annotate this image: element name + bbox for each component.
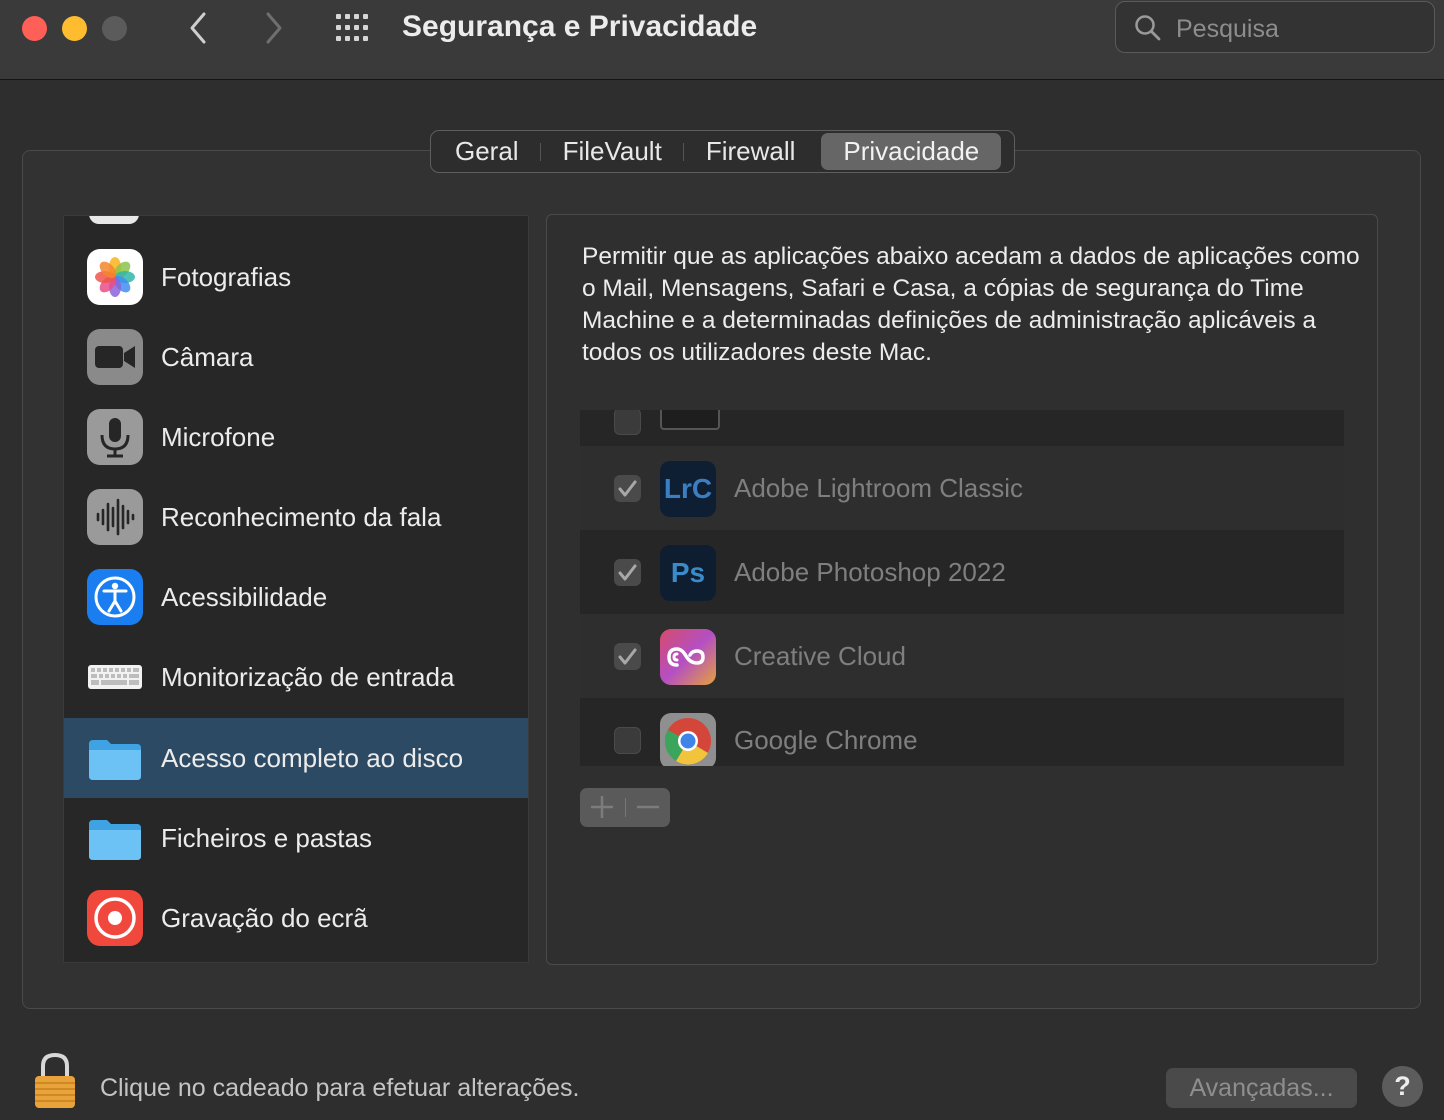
lock-hint-text: Clique no cadeado para efetuar alteraçõe… xyxy=(100,1074,580,1102)
sidebar-item-label: Gravação do ecrã xyxy=(161,903,368,933)
sidebar-item-label: Reconhecimento da fala xyxy=(161,502,442,532)
sidebar-item-label: Acesso completo ao disco xyxy=(161,743,464,773)
zoom-button[interactable] xyxy=(102,16,127,41)
sidebar-item-label: Fotografias xyxy=(161,262,292,292)
tab-filevault[interactable]: FileVault xyxy=(541,133,685,170)
lightroom-icon: LrC xyxy=(660,461,716,517)
creative-cloud-icon xyxy=(660,629,716,685)
sidebar-item-label: Acessibilidade xyxy=(161,582,328,612)
sidebar-item-camara[interactable]: Câmara xyxy=(64,317,528,397)
tab-geral[interactable]: Geral xyxy=(433,133,541,170)
app-checkbox xyxy=(614,410,641,435)
app-row[interactable]: Google Chrome xyxy=(580,698,1344,766)
back-button[interactable] xyxy=(184,10,214,46)
sidebar-item-gravacao[interactable]: Gravação do ecrã xyxy=(64,878,528,958)
remove-button[interactable] xyxy=(626,788,670,827)
show-all-button[interactable] xyxy=(334,12,374,44)
app-checkbox[interactable] xyxy=(614,727,641,754)
tab-firewall[interactable]: Firewall xyxy=(684,133,818,170)
photoshop-icon: Ps xyxy=(660,545,716,601)
sidebar-item-acesso-disco[interactable]: Acesso completo ao disco xyxy=(64,718,528,798)
chevron-left-icon xyxy=(190,12,206,44)
folder-icon xyxy=(89,740,141,780)
sidebar-item-ficheiros[interactable]: Ficheiros e pastas xyxy=(64,798,528,878)
app-icon-partial xyxy=(660,410,720,430)
speech-recognition-icon xyxy=(87,489,143,545)
advanced-button[interactable]: Avançadas... xyxy=(1166,1068,1357,1108)
lock-button[interactable] xyxy=(32,1052,78,1110)
app-name: Adobe Lightroom Classic xyxy=(734,473,1024,503)
chevron-right-icon xyxy=(266,12,282,44)
app-row[interactable]: LrC Adobe Lightroom Classic xyxy=(580,446,1344,530)
keyboard-icon xyxy=(88,665,142,689)
tab-privacidade[interactable]: Privacidade xyxy=(821,133,1002,170)
search-input[interactable] xyxy=(1174,10,1418,48)
chrome-icon xyxy=(660,713,716,766)
sidebar-item-monitorizacao[interactable]: Monitorização de entrada xyxy=(64,637,528,717)
tab-bar: Geral FileVault Firewall Privacidade xyxy=(430,130,1015,173)
add-remove-control xyxy=(580,788,670,827)
app-name: Adobe Photoshop 2022 xyxy=(734,557,1006,587)
checkmark-icon xyxy=(618,564,637,581)
privacy-category-list[interactable]: Fotografias Câmara Microfone Reconhecime… xyxy=(63,215,529,963)
sidebar-item-fotografias[interactable]: Fotografias xyxy=(64,237,528,317)
forward-button[interactable] xyxy=(258,10,288,46)
title-bar: Segurança e Privacidade xyxy=(0,0,1444,80)
plus-icon xyxy=(591,796,613,818)
partial-item-icon xyxy=(89,216,139,224)
app-checkbox[interactable] xyxy=(614,475,641,502)
sidebar-item-acessibilidade[interactable]: Acessibilidade xyxy=(64,557,528,637)
grid-icon xyxy=(336,14,368,41)
permission-description: Permitir que as aplicações abaixo acedam… xyxy=(582,243,1360,366)
app-row[interactable]: Ps Adobe Photoshop 2022 xyxy=(580,530,1344,614)
lock-icon xyxy=(35,1052,75,1108)
app-name: Google Chrome xyxy=(734,725,918,755)
app-row-partial xyxy=(580,410,1344,446)
sidebar-item-label: Monitorização de entrada xyxy=(161,662,455,692)
app-name: Creative Cloud xyxy=(734,641,906,671)
app-checkbox[interactable] xyxy=(614,559,641,586)
checkmark-icon xyxy=(618,648,637,665)
photos-icon xyxy=(87,249,143,305)
app-list[interactable]: LrC Adobe Lightroom Classic Ps Adobe Pho… xyxy=(580,410,1344,766)
sidebar-item-label: Microfone xyxy=(161,422,276,452)
sidebar-item-label: Ficheiros e pastas xyxy=(161,823,372,853)
help-button[interactable]: ? xyxy=(1382,1066,1423,1107)
accessibility-icon xyxy=(87,569,143,625)
sidebar-item-label: Câmara xyxy=(161,342,254,372)
window-title: Segurança e Privacidade xyxy=(402,10,758,43)
camera-icon xyxy=(87,329,143,385)
app-checkbox[interactable] xyxy=(614,643,641,670)
search-icon xyxy=(1135,15,1161,41)
sidebar-item-reconhecimento[interactable]: Reconhecimento da fala xyxy=(64,477,528,557)
screen-recording-icon xyxy=(87,890,143,946)
app-row[interactable]: Creative Cloud xyxy=(580,614,1344,698)
minus-icon xyxy=(637,805,659,809)
search-field[interactable] xyxy=(1115,1,1435,53)
microphone-icon xyxy=(87,409,143,465)
add-button[interactable] xyxy=(580,788,624,827)
folder-icon xyxy=(89,820,141,860)
close-button[interactable] xyxy=(22,16,47,41)
minimize-button[interactable] xyxy=(62,16,87,41)
sidebar-item-microfone[interactable]: Microfone xyxy=(64,397,528,477)
checkmark-icon xyxy=(618,480,637,497)
